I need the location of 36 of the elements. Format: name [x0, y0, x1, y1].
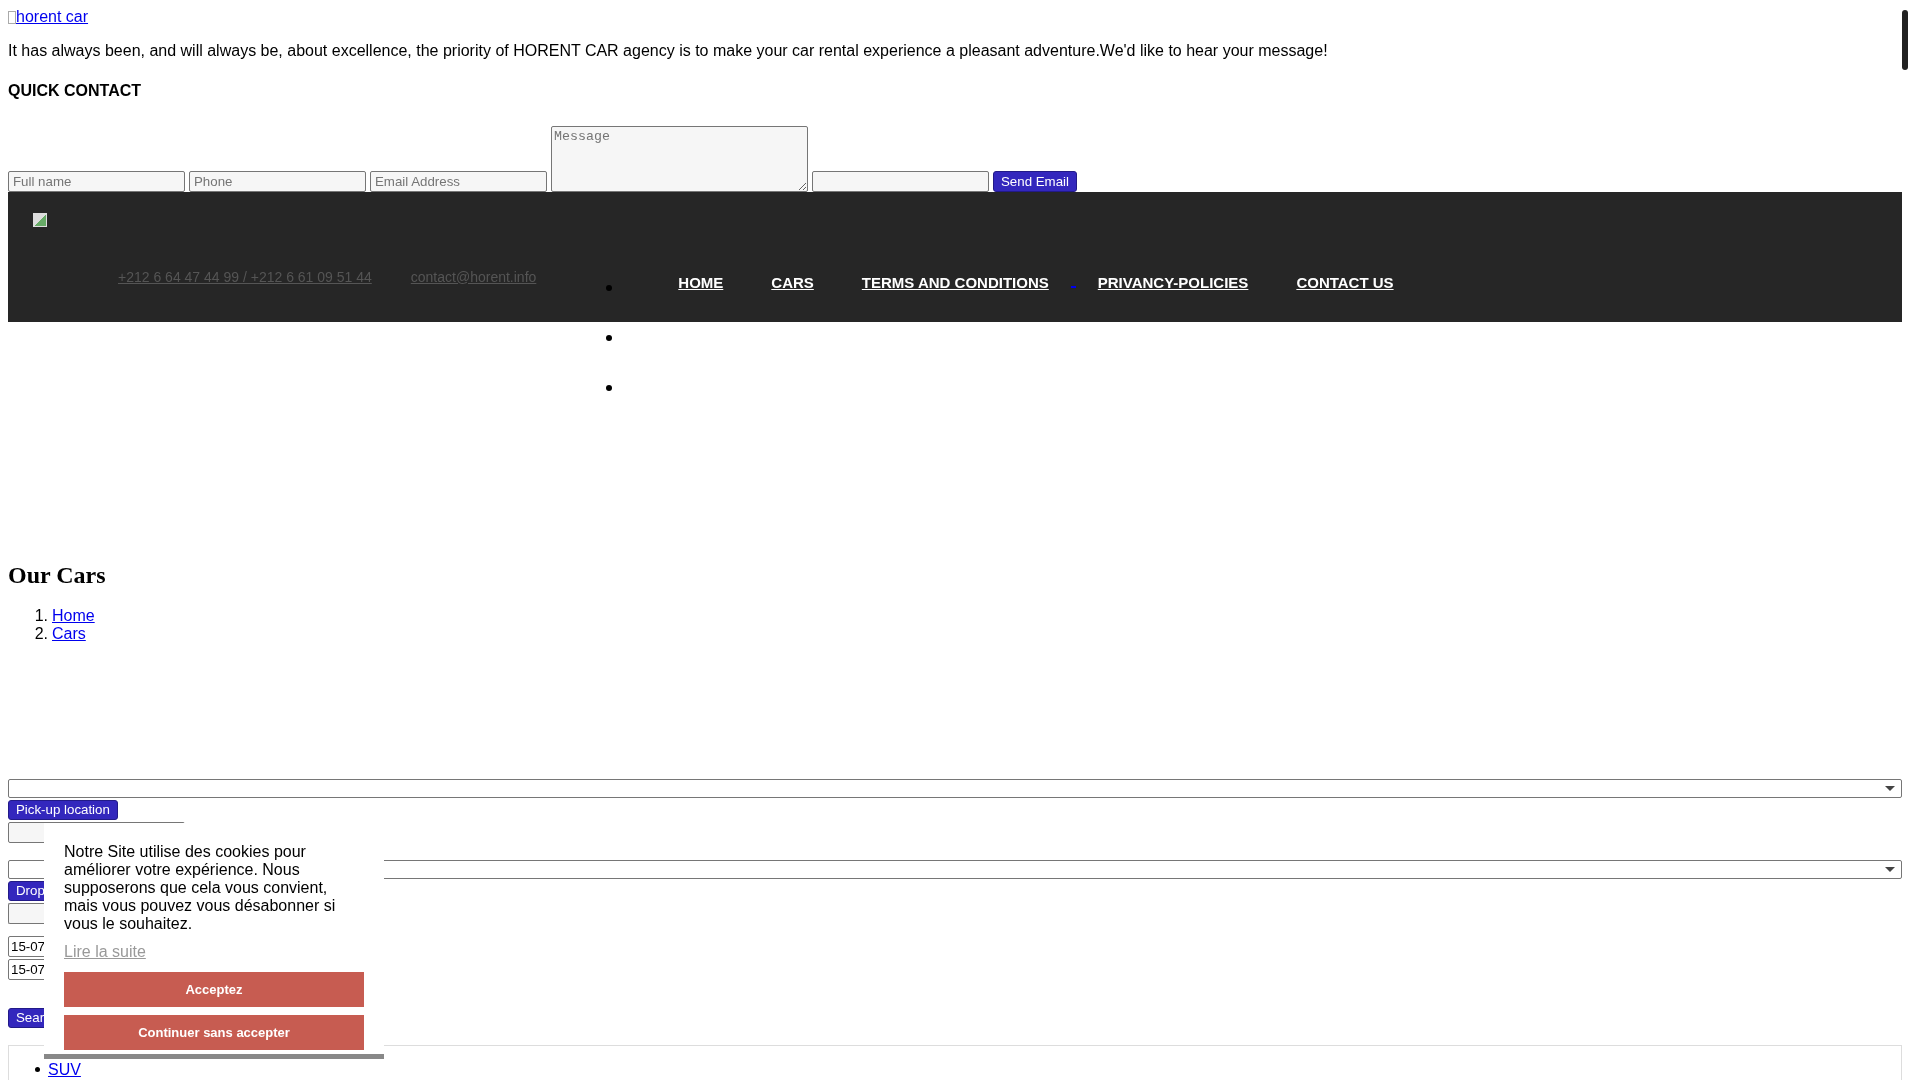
nav-link[interactable]: HOME — [678, 273, 724, 291]
category-link[interactable]: SUV — [48, 1060, 81, 1079]
bullet-icon — [606, 284, 613, 291]
broken-image-icon — [8, 10, 16, 24]
cookie-button[interactable]: Continuer sans accepter — [64, 1015, 364, 1050]
section-title: QUICK CONTACT — [8, 81, 143, 100]
send-email-button[interactable]: Send Email — [993, 170, 1077, 192]
dropdown-arrow-icon — [1885, 785, 1895, 791]
breadcrumb-link[interactable]: Cars — [52, 624, 86, 643]
logo-link[interactable]: horent car — [8, 8, 89, 26]
input-field[interactable] — [812, 170, 989, 192]
nav-link[interactable]: CARS — [771, 273, 814, 291]
input-field[interactable]: Full name — [8, 170, 185, 192]
nav-link[interactable]: TERMS AND CONDITIONS — [861, 273, 1049, 291]
location-select[interactable] — [8, 778, 1902, 798]
bullet-icon — [606, 384, 613, 391]
cookie-button[interactable]: Acceptez — [64, 972, 364, 1007]
dropdown-arrow-icon — [1885, 866, 1895, 872]
nav-link[interactable]: CONTACT US — [1296, 273, 1394, 291]
bullet-icon — [35, 1067, 40, 1072]
page-title: Our Cars — [8, 560, 107, 589]
breadcrumb-link[interactable]: Home — [52, 606, 95, 625]
input-field[interactable]: Email Address — [370, 170, 547, 192]
message-field[interactable]: Message — [551, 125, 808, 192]
link-underline-icon — [1070, 286, 1076, 288]
input-field[interactable]: Phone — [189, 170, 366, 192]
list-number: 1. — [33, 606, 48, 625]
nav-link[interactable]: PRIVANCY-POLICIES — [1097, 273, 1249, 291]
intro-text: It has always been, and will always be, about excellence, the priority of HORENT CAR agency is to make your car rental experience a pleasant adventure.We'd like to hear your message! — [8, 40, 1329, 61]
cookie-text: Notre Site utilise des cookies pour améliorer votre expérience. Nous supposerons que cela vous convient, mais vous pouvez vous désabonner si vous le souhaitez. — [64, 843, 337, 933]
scrollbar-thumb[interactable] — [1902, 10, 1908, 70]
list-number: 2. — [33, 624, 48, 643]
pickup-location-button[interactable]: Pick-up location — [8, 799, 118, 820]
input-field[interactable] — [8, 902, 44, 924]
broken-image-icon — [33, 212, 47, 227]
bullet-icon — [606, 334, 613, 341]
